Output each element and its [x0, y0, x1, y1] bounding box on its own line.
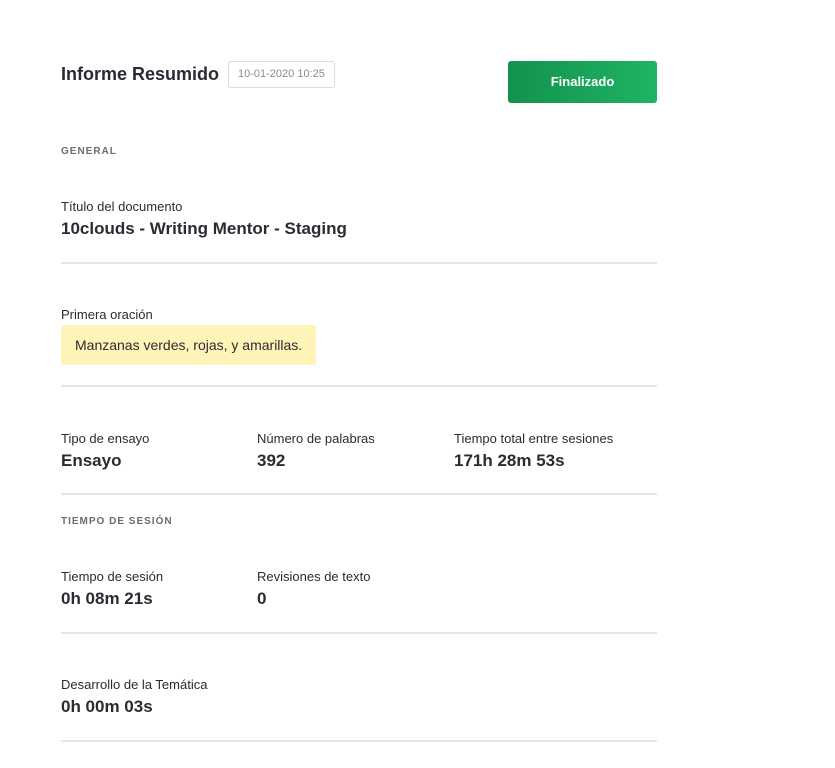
essay-type-label: Tipo de ensayo — [61, 431, 150, 446]
divider — [61, 632, 657, 634]
divider — [61, 262, 657, 264]
topic-development-label: Desarrollo de la Temática — [61, 677, 208, 692]
finalized-button[interactable]: Finalizado — [508, 61, 657, 103]
essay-type-value: Ensayo — [61, 451, 122, 470]
first-sentence-label: Primera oración — [61, 307, 153, 322]
text-revisions-value: 0 — [257, 589, 267, 608]
document-title-label: Título del documento — [61, 199, 183, 214]
page: Informe Resumido 10-01-2020 10:25 Finali… — [0, 0, 835, 768]
section-heading-general: GENERAL — [61, 146, 117, 157]
first-sentence-highlight: Manzanas verdes, rojas, y amarillas. — [61, 325, 317, 365]
total-time-value: 171h 28m 53s — [454, 451, 565, 470]
page-title: Informe Resumido — [61, 64, 220, 84]
divider — [61, 740, 657, 742]
text-revisions-label: Revisiones de texto — [257, 569, 371, 584]
topic-development-value: 0h 00m 03s — [61, 697, 153, 716]
report-header: Informe Resumido 10-01-2020 10:25 Finali… — [61, 61, 657, 103]
word-count-value: 392 — [257, 451, 286, 470]
total-time-label: Tiempo total entre sesiones — [454, 431, 614, 446]
divider — [61, 493, 657, 495]
divider — [61, 385, 657, 387]
session-time-label: Tiempo de sesión — [61, 569, 164, 584]
section-heading-session-time: TIEMPO DE SESIÓN — [61, 516, 173, 527]
word-count-label: Número de palabras — [257, 431, 375, 446]
timestamp-badge: 10-01-2020 10:25 — [228, 61, 335, 88]
session-time-value: 0h 08m 21s — [61, 589, 153, 608]
document-title-value: 10clouds - Writing Mentor - Staging — [61, 219, 347, 238]
